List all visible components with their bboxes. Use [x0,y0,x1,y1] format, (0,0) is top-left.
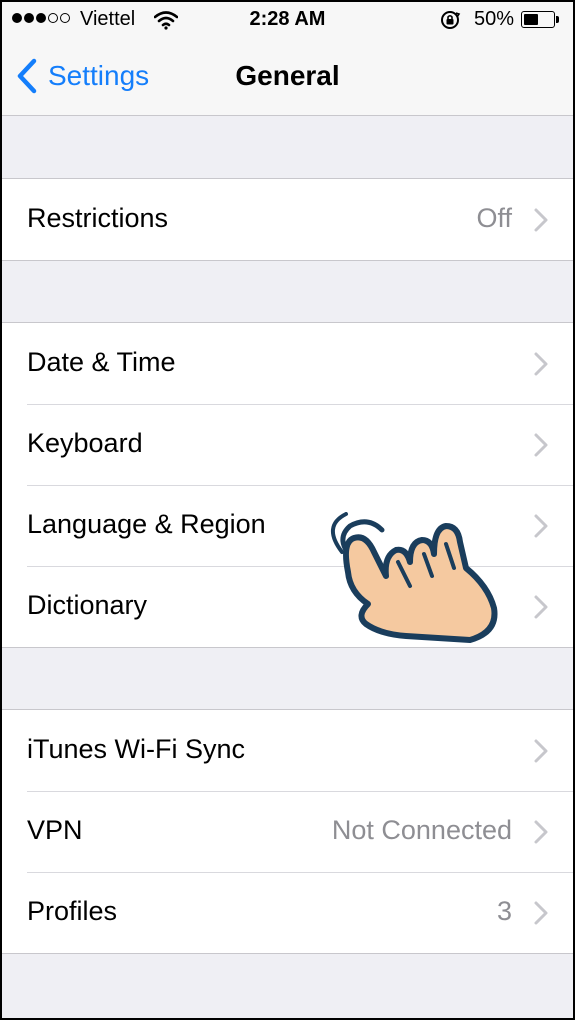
chevron-right-icon [534,739,548,763]
navigation-bar: Settings General [2,38,573,116]
row-label: iTunes Wi-Fi Sync [27,734,246,764]
row-value: Off [476,203,512,233]
settings-group-locale: Date & Time Keyboard Language & Region D… [2,322,573,648]
row-label: Date & Time [27,347,176,377]
screen: Viettel 2:28 AM 50% Settings General Res… [2,2,573,1018]
row-itunes-wifi-sync[interactable]: iTunes Wi-Fi Sync [2,710,573,791]
row-dictionary[interactable]: Dictionary [2,566,573,647]
row-keyboard[interactable]: Keyboard [2,404,573,485]
row-profiles[interactable]: Profiles 3 [2,872,573,953]
row-date-time[interactable]: Date & Time [2,323,573,404]
chevron-right-icon [534,514,548,538]
battery-level [524,14,538,25]
battery-tip [556,16,559,23]
row-label: Profiles [27,896,118,926]
rotation-lock-icon [439,10,461,36]
status-bar: Viettel 2:28 AM 50% [2,2,573,38]
row-language-region[interactable]: Language & Region [2,485,573,566]
settings-group-restrictions: Restrictions Off [2,178,573,261]
row-label: Dictionary [27,590,148,620]
chevron-right-icon [534,595,548,619]
row-label: VPN [27,815,83,845]
row-label: Language & Region [27,509,266,539]
row-value: Not Connected [331,815,512,845]
battery-percentage: 50% [474,8,515,30]
row-value: 3 [496,896,512,926]
row-label: Keyboard [27,428,143,458]
chevron-right-icon [534,208,548,232]
page-title: General [235,60,340,91]
row-label: Restrictions [27,203,169,233]
chevron-right-icon [534,820,548,844]
row-vpn[interactable]: VPN Not Connected [2,791,573,872]
chevron-right-icon [534,901,548,925]
chevron-right-icon [534,433,548,457]
battery-icon [521,11,555,28]
settings-group-network: iTunes Wi-Fi Sync VPN Not Connected Prof… [2,709,573,954]
row-restrictions[interactable]: Restrictions Off [2,179,573,260]
chevron-right-icon [534,352,548,376]
